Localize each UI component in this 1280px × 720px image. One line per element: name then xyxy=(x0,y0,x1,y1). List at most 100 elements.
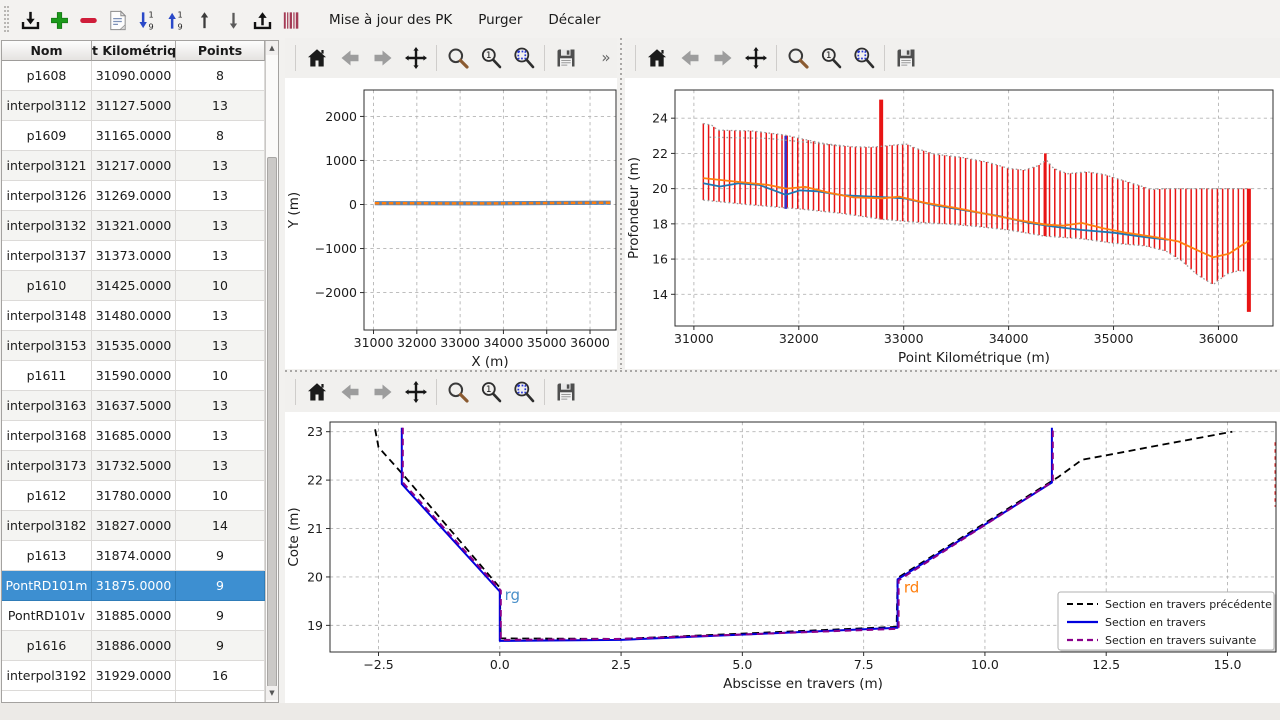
table-row[interactable]: interpol318231827.000014 xyxy=(2,511,278,541)
arrow-down-button[interactable] xyxy=(219,4,248,36)
cell-points: 9 xyxy=(176,571,265,601)
sort-descending-icon: 19 xyxy=(135,9,158,32)
table-row[interactable]: interpol312131217.000013 xyxy=(2,151,278,181)
column-header-nom[interactable]: Nom xyxy=(2,41,92,61)
table-row[interactable]: interpol314831480.000013 xyxy=(2,301,278,331)
cell-points: 10 xyxy=(176,361,265,391)
pan-icon xyxy=(744,46,768,70)
svg-text:34000: 34000 xyxy=(989,331,1029,346)
pk-bars-button[interactable] xyxy=(277,4,306,36)
table-row[interactable]: interpol313731373.000013 xyxy=(2,241,278,271)
export-button[interactable] xyxy=(248,4,277,36)
scroll-down-icon[interactable]: ▼ xyxy=(266,686,278,700)
cell-point-kilometrique: 31269.0000 xyxy=(92,181,176,211)
column-header-point-kilometrique[interactable]: t Kilométrique xyxy=(92,41,176,61)
table-row[interactable]: interpol311231127.500013 xyxy=(2,91,278,121)
cell-point-kilometrique: 31480.0000 xyxy=(92,301,176,331)
longitudinal-profile-chart[interactable]: 3100032000330003400035000360002422201816… xyxy=(625,78,1280,372)
scrollbar-thumb[interactable] xyxy=(267,157,277,687)
table-row[interactable]: interpol316331637.500013 xyxy=(2,391,278,421)
zoom-one-button[interactable]: 1 xyxy=(474,42,507,74)
toolbar-grip[interactable] xyxy=(4,6,10,34)
zoom-one-button[interactable]: 1 xyxy=(814,42,847,74)
back-button[interactable] xyxy=(673,42,706,74)
table-row[interactable]: PontRD101m31875.00009 xyxy=(2,571,278,601)
home-button[interactable] xyxy=(300,42,333,74)
svg-text:14: 14 xyxy=(652,287,668,302)
svg-text:2.5: 2.5 xyxy=(611,657,631,672)
column-header-points[interactable]: Points xyxy=(176,41,265,61)
add-button[interactable] xyxy=(45,4,74,36)
back-button[interactable] xyxy=(333,376,366,408)
table-row[interactable]: interpol319231929.000016 xyxy=(2,661,278,691)
sort-descending-button[interactable]: 19 xyxy=(132,4,161,36)
toolbar-separator xyxy=(635,45,636,71)
cell-point-kilometrique: 31535.0000 xyxy=(92,331,176,361)
sort-ascending-button[interactable]: 19 xyxy=(161,4,190,36)
arrow-up-button[interactable] xyxy=(190,4,219,36)
home-button[interactable] xyxy=(300,376,333,408)
forward-icon xyxy=(371,380,395,404)
save-button[interactable] xyxy=(549,376,582,408)
cross-section-chart[interactable]: −2.50.02.55.07.510.012.515.02322212019Ab… xyxy=(285,412,1280,703)
forward-button[interactable] xyxy=(366,376,399,408)
zoom-button[interactable] xyxy=(441,376,474,408)
forward-button[interactable] xyxy=(706,42,739,74)
svg-text:10.0: 10.0 xyxy=(971,657,999,672)
home-button[interactable] xyxy=(640,42,673,74)
zoom-one-button[interactable]: 1 xyxy=(474,376,507,408)
x-axis-label: Point Kilométrique (m) xyxy=(898,350,1050,366)
remove-button[interactable] xyxy=(74,4,103,36)
zoom-button[interactable] xyxy=(441,42,474,74)
table-row[interactable]: interpol317331732.500013 xyxy=(2,451,278,481)
purge-button[interactable]: Purger xyxy=(465,0,535,40)
table-row[interactable]: p160931165.00008 xyxy=(2,121,278,151)
cell-points: 13 xyxy=(176,301,265,331)
plan-chart[interactable]: 310003200033000340003500036000200010000−… xyxy=(285,78,617,370)
svg-text:32000: 32000 xyxy=(779,331,819,346)
pan-button[interactable] xyxy=(739,42,772,74)
table-row[interactable]: interpol313231321.000013 xyxy=(2,211,278,241)
home-icon xyxy=(305,380,329,404)
chevron-double-right-button[interactable]: » xyxy=(597,42,615,74)
svg-text:1000: 1000 xyxy=(325,153,357,168)
pan-button[interactable] xyxy=(399,376,432,408)
cell-point-kilometrique: 31875.0000 xyxy=(92,571,176,601)
cross-section-panel: 1 −2.50.02.55.07.510.012.515.02322212019… xyxy=(285,372,1280,703)
axes: 310003200033000340003500036000200010000−… xyxy=(315,90,616,350)
table-row[interactable]: p161131590.000010 xyxy=(2,361,278,391)
update-pk-button[interactable]: Mise à jour des PK xyxy=(316,0,465,40)
save-button[interactable] xyxy=(549,42,582,74)
cell-points: 13 xyxy=(176,151,265,181)
page-button[interactable] xyxy=(103,4,132,36)
table-row[interactable]: interpol315331535.000013 xyxy=(2,331,278,361)
table-row[interactable]: PontRD101v31885.00009 xyxy=(2,601,278,631)
table-row[interactable]: p161331874.00009 xyxy=(2,541,278,571)
zoom-icon xyxy=(446,380,470,404)
zoom-button[interactable] xyxy=(781,42,814,74)
cell-points: 8 xyxy=(176,61,265,91)
save-button[interactable] xyxy=(889,42,922,74)
table-scrollbar[interactable]: ▲ ▼ xyxy=(265,41,278,702)
save-icon xyxy=(894,46,918,70)
pan-button[interactable] xyxy=(399,42,432,74)
table-row[interactable]: interpol312631269.000013 xyxy=(2,181,278,211)
back-button[interactable] xyxy=(333,42,366,74)
toolbar-separator xyxy=(544,45,545,71)
table-row[interactable]: p161231780.000010 xyxy=(2,481,278,511)
import-button[interactable] xyxy=(16,4,45,36)
scroll-up-icon[interactable]: ▲ xyxy=(266,41,278,55)
table-row[interactable]: p161031425.000010 xyxy=(2,271,278,301)
table-row[interactable]: p161631886.00009 xyxy=(2,631,278,661)
x-axis-label: X (m) xyxy=(471,354,508,370)
forward-button[interactable] xyxy=(366,42,399,74)
cell-point-kilometrique: 31127.5000 xyxy=(92,91,176,121)
zoom-marked-button[interactable] xyxy=(507,42,540,74)
zoom-marked-button[interactable] xyxy=(847,42,880,74)
table-row[interactable]: p160831090.00008 xyxy=(2,61,278,91)
zoom-marked-button[interactable] xyxy=(507,376,540,408)
table-row[interactable]: interpol316831685.000013 xyxy=(2,421,278,451)
shift-button[interactable]: Décaler xyxy=(535,0,613,40)
svg-text:20: 20 xyxy=(307,569,323,584)
vertical-splitter[interactable] xyxy=(617,38,625,370)
